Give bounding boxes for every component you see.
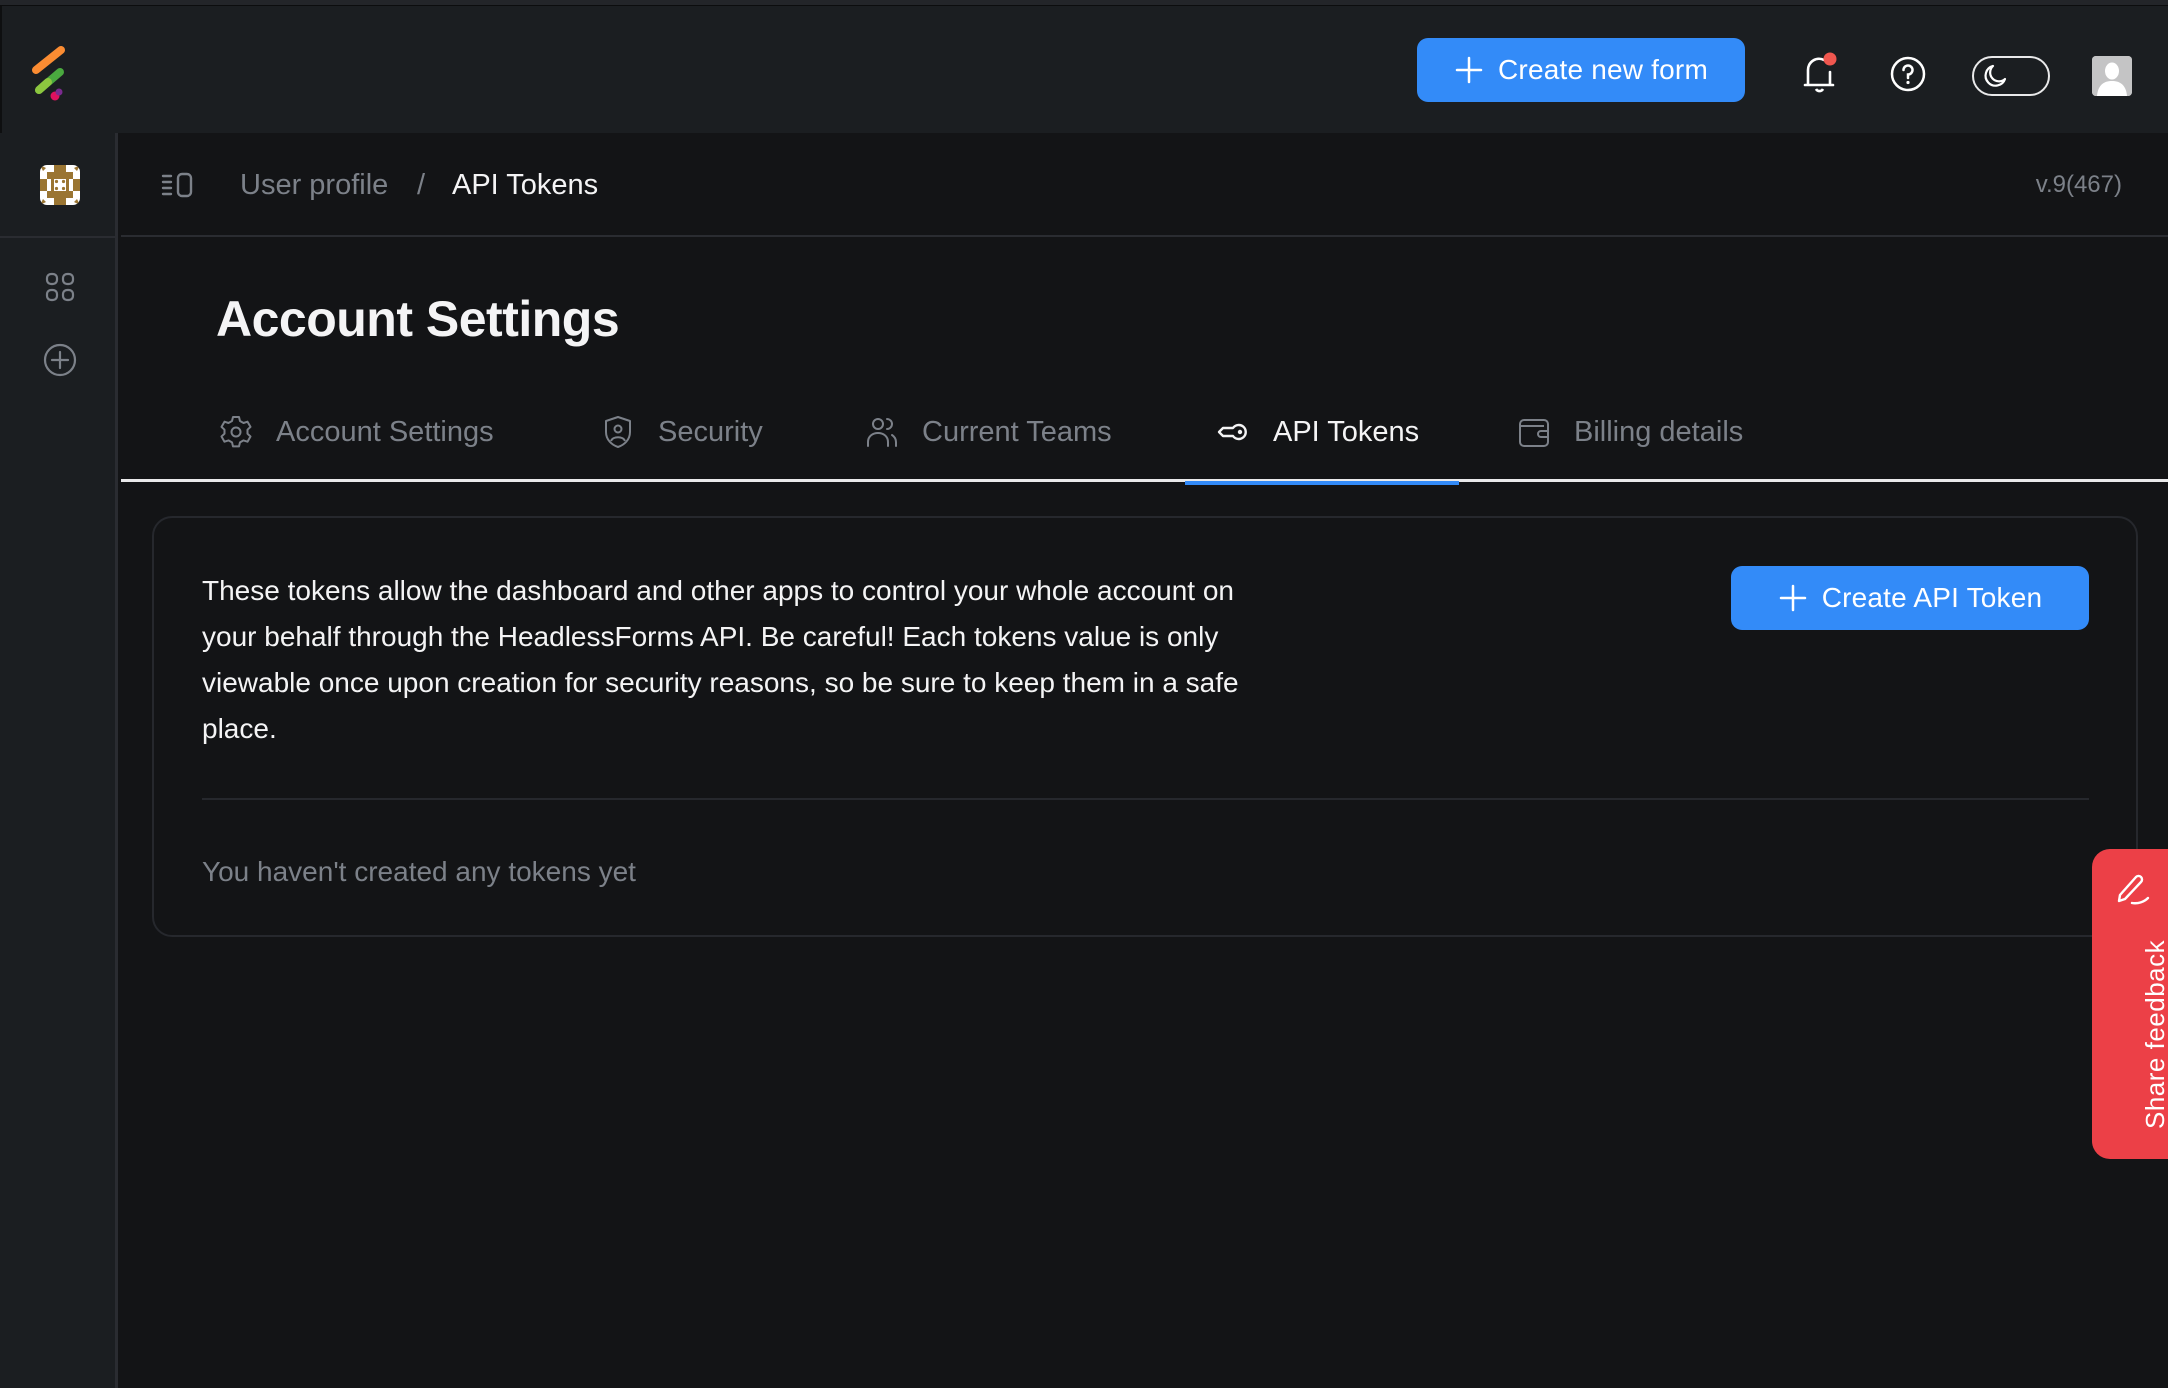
plus-icon	[1454, 55, 1484, 85]
plus-circle-icon	[43, 343, 77, 377]
user-avatar-icon	[2092, 56, 2132, 96]
version-label: v.9(467)	[2035, 171, 2122, 198]
tab-label: Security	[658, 415, 763, 448]
theme-toggle[interactable]	[1972, 56, 2050, 96]
notification-dot	[1823, 52, 1837, 66]
tab-current-teams[interactable]: Current Teams	[864, 396, 1112, 482]
top-navigation-bar: Create new form	[0, 6, 2168, 133]
shield-user-icon	[600, 414, 636, 450]
pencil-icon	[2117, 874, 2150, 905]
breadcrumb-bar: User profile / API Tokens v.9(467)	[121, 133, 2168, 237]
create-api-token-label: Create API Token	[1821, 582, 2043, 613]
tab-label: Account Settings	[276, 415, 494, 448]
headlessforms-logo[interactable]	[30, 46, 74, 102]
tab-billing-details[interactable]: Billing details	[1516, 396, 1743, 482]
users-icon	[864, 414, 900, 450]
tab-account-settings[interactable]: Account Settings	[218, 396, 494, 482]
team-avatar[interactable]	[40, 165, 80, 205]
card-divider	[202, 798, 2089, 800]
tab-api-tokens[interactable]: API Tokens	[1184, 396, 1460, 485]
create-new-form-label: Create new form	[1498, 54, 1708, 85]
breadcrumb-api-tokens: API Tokens	[452, 169, 599, 201]
moon-icon	[1984, 64, 2007, 87]
sidebar-divider	[0, 236, 118, 238]
tab-label: API Tokens	[1273, 415, 1420, 448]
key-icon	[1215, 414, 1251, 450]
wallet-icon	[1516, 414, 1552, 450]
empty-state-message: You haven't created any tokens yet	[202, 856, 636, 887]
sidebar-toggle-icon	[161, 172, 193, 198]
help-circle-icon	[1890, 56, 1926, 92]
tab-security[interactable]: Security	[600, 396, 763, 482]
sidebar-item-dashboard[interactable]	[40, 267, 80, 307]
sidebar-toggle-button[interactable]	[161, 171, 197, 201]
api-tokens-description: These tokens allow the dashboard and oth…	[202, 575, 1239, 744]
create-new-form-button[interactable]: Create new form	[1417, 38, 1745, 102]
api-tokens-card: These tokens allow the dashboard and oth…	[152, 516, 2138, 937]
breadcrumb-separator: /	[417, 169, 426, 201]
plus-icon	[1778, 583, 1808, 613]
settings-tabs: Account Settings Security Current Teams	[121, 396, 2168, 485]
create-api-token-button[interactable]: Create API Token	[1731, 566, 2089, 630]
gear-icon	[218, 414, 254, 450]
tab-label: Billing details	[1574, 415, 1744, 448]
bell-icon	[1803, 52, 1837, 93]
share-feedback-tab[interactable]: Share feedback	[2092, 849, 2168, 1159]
notifications-button[interactable]	[1798, 50, 1842, 98]
grid-icon	[45, 272, 75, 302]
tab-label: Current Teams	[922, 415, 1112, 448]
help-button[interactable]	[1886, 52, 1930, 96]
breadcrumb-user-profile[interactable]: User profile	[240, 169, 388, 202]
user-avatar-button[interactable]	[2092, 56, 2132, 96]
sidebar	[0, 133, 118, 1388]
sidebar-item-add[interactable]	[40, 340, 80, 380]
page-title: Account Settings	[216, 291, 620, 347]
share-feedback-label: Share feedback	[2140, 939, 2168, 1129]
